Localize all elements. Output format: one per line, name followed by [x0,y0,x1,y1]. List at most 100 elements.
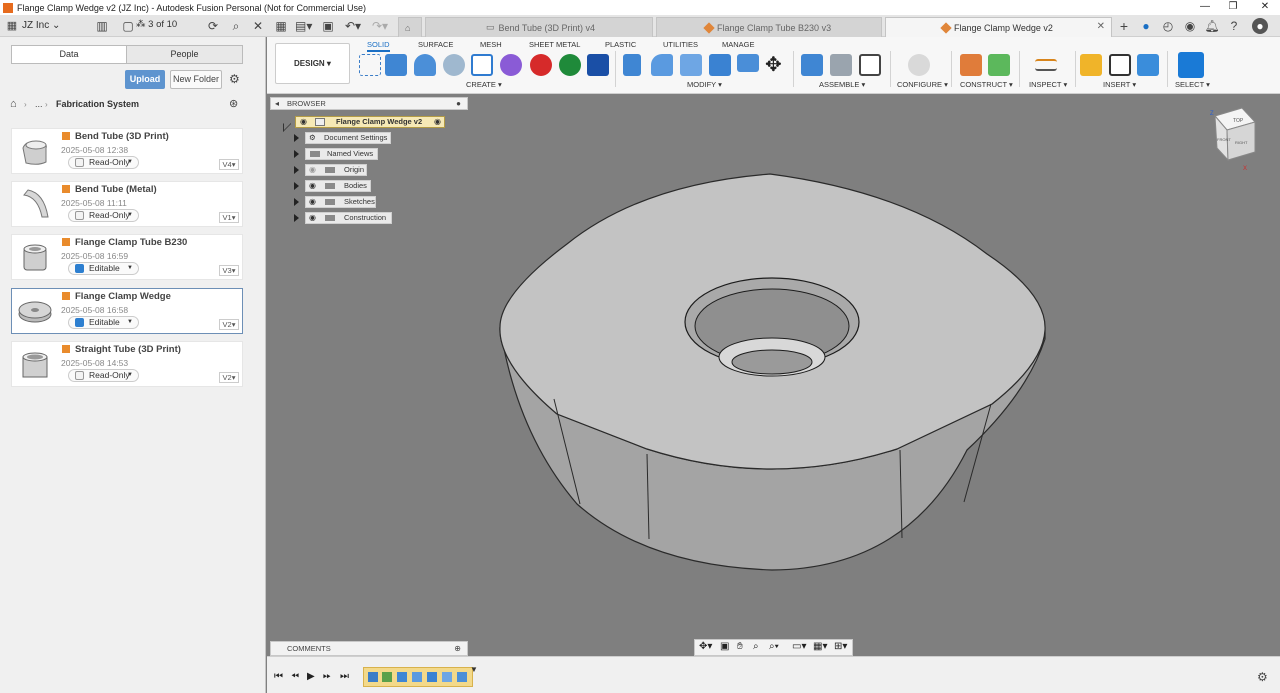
extensions-icon[interactable]: ● [1138,18,1154,34]
notification-bell-icon[interactable]: ◉ [1182,18,1198,34]
eye-icon[interactable]: ◉ [300,117,307,127]
browser-root-node[interactable]: ◉ Flange Clamp Wedge v2 ◉ [295,116,445,128]
group-modify[interactable]: MODIFY ▾ [687,80,722,89]
upload-button[interactable]: Upload [125,70,165,89]
maximize-button[interactable]: ❐ [1218,0,1248,15]
browser-node-construction[interactable]: ◉ Construction [305,212,392,224]
orbit-icon[interactable]: ✥▾ [699,641,712,652]
grid-settings-icon[interactable]: ▦▾ [813,641,827,652]
file-menu-icon[interactable]: ▤▾ [295,18,312,34]
expand-arrow-icon[interactable] [294,150,299,158]
expand-arrow-icon[interactable] [294,134,299,142]
browser-node-document-settings[interactable]: ⚙ Document Settings [305,132,391,144]
refresh-icon[interactable]: ⟳ [205,18,221,34]
feature-icon[interactable] [457,672,467,682]
file-card[interactable]: Bend Tube (3D Print) 2025-05-08 12:38 Re… [11,128,243,174]
derive-icon[interactable] [530,54,552,76]
play-icon[interactable]: ▶ [307,671,315,682]
split-body-icon[interactable] [737,54,759,72]
form-icon[interactable] [500,54,522,76]
go-to-start-icon[interactable]: ⏮︎ [274,671,283,682]
tab-sheet-metal[interactable]: SHEET METAL [529,40,580,49]
folder-settings-icon[interactable]: ⊛ [229,97,238,110]
version-dropdown[interactable]: V3▾ [219,265,239,276]
new-tab-icon[interactable]: + [1116,18,1132,34]
workspace-selector[interactable]: DESIGN ▾ [275,43,350,84]
file-card[interactable]: Flange Clamp Tube B230 2025-05-08 16:59 … [11,234,243,280]
viewports-icon[interactable]: ⊞▾ [834,641,847,652]
file-card[interactable]: Bend Tube (Metal) 2025-05-08 11:11 Read-… [11,181,243,227]
measure-icon[interactable] [1035,59,1057,71]
search-icon[interactable]: ⌕ [228,18,244,34]
feature-icon[interactable] [397,672,407,682]
version-dropdown[interactable]: V4▾ [219,159,239,170]
zoom-icon[interactable]: ⌕ [753,641,759,652]
create-sketch-icon[interactable] [359,54,381,76]
help-icon[interactable]: ? [1226,18,1242,34]
insert-derive-icon[interactable] [1080,54,1102,76]
timeline-features[interactable] [363,667,473,687]
timeline-settings-gear-icon[interactable]: ⚙ [1257,670,1268,684]
collapse-icon[interactable]: ◂ [275,98,279,109]
look-at-icon[interactable]: ▣ [720,641,729,652]
offset-plane-icon[interactable] [960,54,982,76]
home-tab[interactable]: ⌂ [398,17,422,37]
timeline-marker-icon[interactable]: ▼ [470,665,478,674]
expand-arrow-icon[interactable] [294,166,299,174]
breadcrumb-ellipsis[interactable]: ... [35,99,43,109]
pattern-icon[interactable] [471,54,493,76]
avatar[interactable]: ● [1252,18,1268,34]
fit-icon[interactable]: ⌕▾ [769,641,779,652]
version-dropdown[interactable]: V1▾ [219,212,239,223]
grid-menu-icon[interactable]: ▦ [4,18,20,34]
fillet-icon[interactable] [651,54,673,76]
table-icon[interactable] [859,54,881,76]
tab-utilities[interactable]: UTILITIES [663,40,698,49]
new-component-icon[interactable] [801,54,823,76]
revolve-icon[interactable] [414,54,436,76]
eye-icon[interactable]: ◉ [309,213,316,223]
midplane-icon[interactable] [988,54,1010,76]
display-settings-icon[interactable]: ▭▾ [792,641,806,652]
tab-flange-clamp-tube[interactable]: Flange Clamp Tube B230 v3 [656,17,882,37]
new-folder-button[interactable]: New Folder [170,70,222,89]
close-panel-icon[interactable]: ✕ [250,18,266,34]
save-icon[interactable]: ▣ [320,18,336,34]
pan-icon[interactable]: ✋︎ [737,641,743,652]
add-comment-icon[interactable]: ⊕ [454,642,461,655]
browser-panel-header[interactable]: ◂ BROWSER ● [270,97,468,110]
status-dropdown[interactable]: Read-Only ▼ [68,156,139,169]
feature-icon[interactable] [412,672,422,682]
box-icon[interactable] [587,54,609,76]
group-select[interactable]: SELECT ▾ [1175,80,1210,89]
eye-icon[interactable]: ◉ [309,197,316,207]
data-panel-icon[interactable]: ▥ [94,18,110,34]
insert-mesh-icon[interactable] [1109,54,1131,76]
model-canvas[interactable]: TOP FRONT RIGHT Z X [267,94,1280,656]
grid-icon[interactable]: ▦ [273,18,289,34]
status-dropdown[interactable]: Read-Only ▼ [68,369,139,382]
job-status-icon[interactable]: ◴ [1160,18,1176,34]
undo-icon[interactable]: ↶▾ [345,18,361,34]
expand-arrow-icon[interactable] [294,214,299,222]
home-icon[interactable]: ⌂ [10,98,17,110]
tab-bend-tube[interactable]: ▭ Bend Tube (3D Print) v4 [425,17,653,37]
tab-surface[interactable]: SURFACE [418,40,453,49]
eye-hidden-icon[interactable]: ◉ [309,165,316,175]
status-dropdown[interactable]: Editable ▼ [68,262,139,275]
bell-icon[interactable]: 🔔︎ [1204,18,1220,34]
minimize-button[interactable]: — [1190,0,1220,15]
close-tab-icon[interactable]: ✕ [1097,21,1105,32]
tab-mesh[interactable]: MESH [480,40,502,49]
pin-icon[interactable]: ● [456,98,461,109]
tab-data[interactable]: Data [11,45,127,64]
group-insert[interactable]: INSERT ▾ [1103,80,1136,89]
file-card[interactable]: Flange Clamp Wedge 2025-05-08 16:58 Edit… [11,288,243,334]
notification-icon[interactable]: ▢ [120,18,136,34]
browser-node-origin[interactable]: ◉ Origin [305,164,367,176]
feature-icon[interactable] [427,672,437,682]
shell-icon[interactable] [709,54,731,76]
status-dropdown[interactable]: Read-Only ▼ [68,209,139,222]
tab-people[interactable]: People [126,45,243,64]
activate-radio-icon[interactable]: ◉ [434,117,441,127]
